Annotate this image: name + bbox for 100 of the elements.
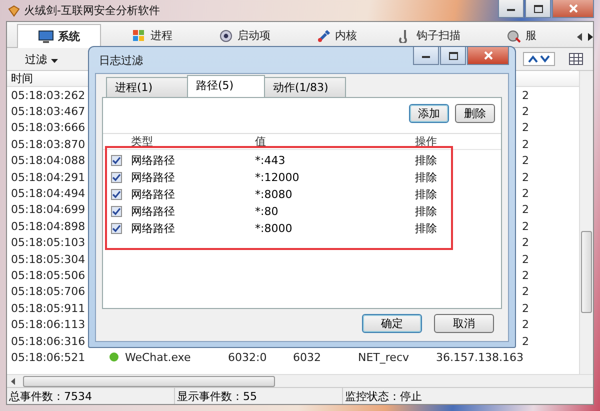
ok-button[interactable]: 确定 [362, 314, 422, 333]
main-tab[interactable]: 进程 [111, 26, 194, 45]
checkbox[interactable] [110, 206, 122, 217]
table-cell-text: *:8000 [255, 222, 294, 235]
table-cell-text: NET_recv [358, 350, 410, 364]
table-cell-text: 05:18:05:911 [11, 302, 86, 315]
table-cell-text: 05:18:05:103 [11, 236, 86, 250]
table-cell-text: 网络路径 [130, 187, 176, 202]
scroll-right-icon[interactable] [588, 33, 593, 41]
table-cell-text: 05:18:06:113 [11, 318, 86, 332]
table-cell-text: 05:18:05:506 [11, 268, 86, 282]
table-cell: 2 [522, 268, 529, 282]
vertical-scrollbar[interactable] [581, 231, 592, 313]
main-tab[interactable]: 内核 [296, 26, 378, 45]
minimize-button[interactable] [498, 0, 524, 18]
table-cell-text: 05:18:04:088 [11, 154, 86, 168]
process-icon [109, 352, 119, 362]
table-cell: 2 [522, 236, 529, 250]
windows-flag-icon [132, 28, 146, 42]
table-cell: 2 [522, 121, 529, 134]
dialog-title: 日志过滤 [98, 53, 144, 69]
table-cell-text: 05:18:03:262 [11, 88, 86, 102]
table-cell: 2 [522, 138, 529, 151]
table-cell-text: 排除 [415, 170, 438, 185]
table-cell: 2 [522, 220, 529, 233]
status-text: 监控状态：停止 [344, 388, 423, 404]
minimize-icon [507, 6, 515, 10]
table-cell-text: *:8080 [255, 188, 294, 201]
cancel-button[interactable]: 取消 [434, 314, 494, 333]
table-cell-text: *:443 [255, 154, 286, 167]
table-cell-text: 6032:0 [228, 350, 268, 364]
table-cell-text: *:80 [255, 205, 280, 218]
table-cell-text: *:12000 [255, 171, 300, 184]
maximize-icon [534, 4, 542, 12]
table-cell-text: 网络路径 [130, 153, 176, 168]
table-cell: 2 [522, 187, 529, 200]
table-cell-text: 05:18:03:870 [11, 138, 86, 151]
table-cell-text: 05:18:06:316 [11, 334, 86, 348]
table-cell-text: 05:18:04:494 [11, 187, 86, 200]
main-tab[interactable]: 启动项 [204, 26, 286, 45]
dialog-tab[interactable]: 动作(1/83) [264, 77, 346, 97]
minimize-icon [422, 54, 430, 58]
maximize-icon [448, 52, 458, 60]
app-logo-icon [8, 4, 20, 16]
checkbox[interactable] [110, 189, 122, 200]
table-cell: 2 [522, 203, 529, 216]
filter-button[interactable]: 过滤 [17, 52, 66, 66]
close-button[interactable] [552, 0, 594, 18]
main-tab[interactable]: 钩子扫描 [388, 26, 471, 45]
close-button[interactable] [467, 47, 509, 65]
checkbox[interactable] [110, 172, 122, 183]
maximize-button[interactable] [440, 47, 466, 65]
add-button[interactable]: 添加 [409, 104, 449, 123]
table-cell-text: 6032 [293, 350, 322, 364]
table-cell-text: 排除 [415, 204, 438, 219]
checkbox[interactable] [110, 155, 122, 166]
maximize-button[interactable] [525, 0, 551, 18]
delete-button[interactable]: 删除 [455, 104, 495, 123]
table-cell: 2 [522, 170, 529, 184]
main-tab[interactable]: 系统 [17, 24, 102, 48]
table-cell: 2 [522, 252, 529, 266]
table-cell-text: 05:18:03:467 [11, 105, 86, 118]
table-cell-text: 排除 [415, 187, 438, 202]
table-cell: 2 [522, 154, 529, 168]
close-icon [568, 4, 578, 13]
scroll-left-icon[interactable] [576, 33, 582, 41]
table-cell-text: 排除 [415, 221, 438, 236]
table-cell: 36.157.138.163 [436, 350, 524, 364]
dialog-tab[interactable]: 进程(1) [106, 77, 188, 97]
table-cell: 2 [522, 302, 529, 315]
column-header: 类型 [130, 134, 154, 149]
column-header: 时间 [11, 71, 33, 86]
caret-icon [50, 58, 58, 62]
table-cell: 2 [522, 318, 529, 332]
table-cell-text: 排除 [415, 153, 438, 168]
table-cell: 2 [522, 105, 529, 118]
table-cell-text: 网络路径 [130, 221, 176, 236]
table-cell: 2 [522, 285, 529, 298]
window-title: 火绒剑-互联网安全分析软件 [24, 3, 160, 18]
table-cell-text: 05:18:03:666 [11, 121, 86, 134]
column-header: 值 [255, 134, 267, 149]
table-cell-text: 05:18:04:898 [11, 220, 86, 233]
minimize-button[interactable] [413, 47, 439, 65]
table-cell-text: 网络路径 [130, 204, 176, 219]
table-cell-text: 05:18:04:699 [11, 203, 86, 216]
table-cell-text: 05:18:05:706 [11, 285, 86, 298]
column-header: 操作 [415, 134, 438, 149]
scroll-left-icon[interactable] [11, 378, 15, 384]
checkbox[interactable] [110, 223, 122, 234]
table-cell: 2 [522, 88, 529, 102]
main-tab[interactable]: 服 [480, 26, 563, 45]
grid-icon[interactable] [569, 53, 583, 65]
table-cell-text: WeChat.exe [124, 350, 192, 364]
horizontal-scrollbar[interactable] [23, 376, 275, 386]
dialog-tab[interactable]: 路径(5) [187, 75, 265, 97]
close-icon [484, 51, 492, 60]
table-cell-text: 05:18:06:521 [11, 350, 86, 364]
status-text: 显示事件数：55 [175, 388, 343, 404]
table-cell-text: 05:18:04:291 [11, 170, 86, 184]
table-cell-text: 网络路径 [130, 170, 176, 185]
